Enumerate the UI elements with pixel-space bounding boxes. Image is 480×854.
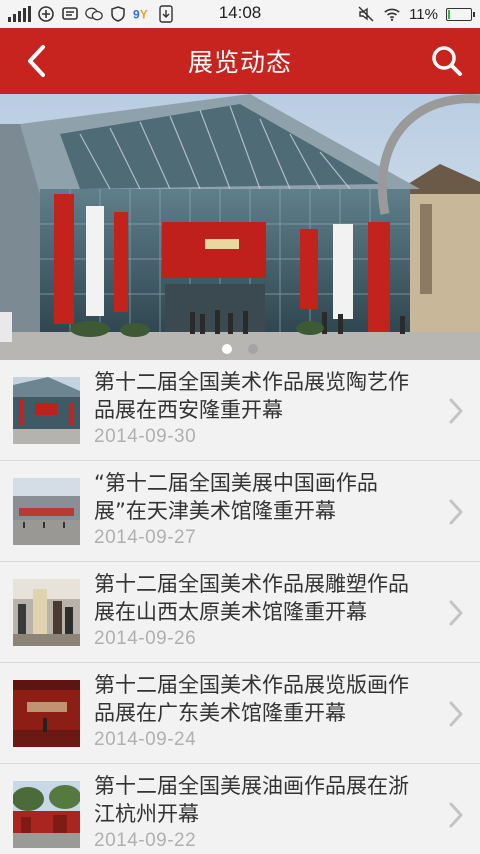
news-item[interactable]: 第十二届全国美术作品展雕塑作品展在山西太原美术馆隆重开幕 2014-09-26 (0, 562, 480, 663)
news-item[interactable]: “第十二届全国美展中国画作品展”在天津美术馆隆重开幕 2014-09-27 (0, 461, 480, 562)
news-thumbnail (13, 781, 80, 848)
chevron-right-icon (446, 396, 466, 426)
news-item[interactable]: 第十二届全国美展油画作品展在浙江杭州开幕 2014-09-22 (0, 764, 480, 854)
carousel-dot[interactable] (248, 344, 258, 354)
mute-icon (357, 6, 375, 22)
news-title: 第十二届全国美术作品展雕塑作品展在山西太原美术馆隆重开幕 (94, 572, 409, 624)
news-item[interactable]: 第十二届全国美术作品展览版画作品展在广东美术馆隆重开幕 2014-09-24 (0, 663, 480, 764)
app-logo-icon: 9Y (133, 6, 151, 22)
download-icon (157, 5, 175, 23)
chevron-right-icon (446, 699, 466, 729)
data-plus-icon (37, 6, 55, 22)
news-date: 2014-09-27 (94, 527, 197, 548)
chevron-right-icon (446, 497, 466, 527)
status-bar: 9Y 14:08 11% (0, 0, 480, 28)
chevron-right-icon (446, 598, 466, 628)
shield-icon (109, 6, 127, 22)
chevron-right-icon (446, 800, 466, 830)
carousel-dot[interactable] (222, 344, 232, 354)
svg-text:9: 9 (133, 8, 140, 22)
news-title: 第十二届全国美术作品展览版画作品展在广东美术馆隆重开幕 (94, 673, 409, 725)
search-button[interactable] (428, 42, 466, 80)
carousel-indicator (0, 344, 480, 354)
battery-icon (446, 7, 475, 21)
news-list: 第十二届全国美术作品展览陶艺作品展在西安隆重开幕 2014-09-30 “第十二… (0, 360, 480, 854)
search-icon (432, 46, 462, 76)
battery-level (448, 9, 451, 19)
news-title: 第十二届全国美展油画作品展在浙江杭州开幕 (94, 774, 409, 826)
news-title: 第十二届全国美术作品展览陶艺作品展在西安隆重开幕 (94, 370, 409, 422)
signal-icon (8, 6, 31, 22)
news-thumbnail (13, 579, 80, 646)
status-right: 11% (357, 0, 475, 28)
news-date: 2014-09-30 (94, 426, 197, 447)
news-date: 2014-09-24 (94, 729, 197, 750)
wifi-icon (383, 6, 401, 22)
news-date: 2014-09-26 (94, 628, 197, 649)
app-header: 展览动态 (0, 28, 480, 94)
news-title: “第十二届全国美展中国画作品展”在天津美术馆隆重开幕 (94, 471, 378, 523)
svg-text:Y: Y (140, 8, 148, 22)
message-icon (61, 6, 79, 22)
wechat-icon (85, 6, 103, 22)
back-button[interactable] (18, 42, 54, 80)
news-thumbnail (13, 478, 80, 545)
banner-image (0, 94, 480, 360)
page-title: 展览动态 (187, 48, 292, 77)
news-thumbnail (13, 680, 80, 747)
news-thumbnail (13, 377, 80, 444)
battery-percent: 11% (409, 5, 438, 23)
news-date: 2014-09-22 (94, 830, 197, 851)
back-arrow-icon (28, 45, 45, 77)
news-item[interactable]: 第十二届全国美术作品展览陶艺作品展在西安隆重开幕 2014-09-30 (0, 360, 480, 461)
status-icons: 9Y (8, 0, 175, 28)
banner-carousel[interactable] (0, 94, 480, 360)
